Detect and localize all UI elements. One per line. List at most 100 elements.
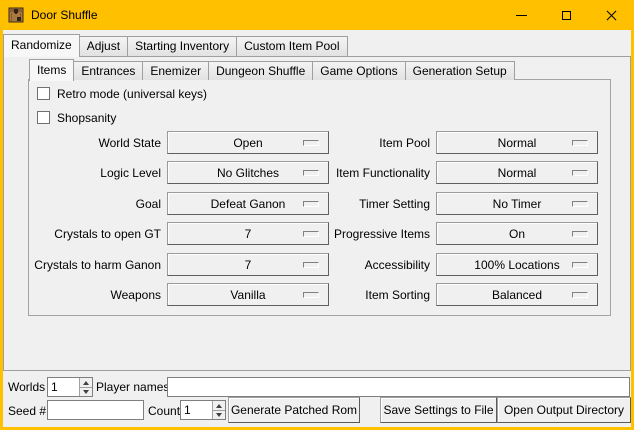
- logic-level-dropdown[interactable]: No Glitches: [167, 161, 329, 184]
- tab-entrances[interactable]: Entrances: [73, 61, 143, 80]
- dropdown-indicator-icon: [572, 231, 588, 237]
- tab-starting-inventory[interactable]: Starting Inventory: [127, 36, 237, 56]
- world-state-label: World State: [29, 131, 167, 154]
- accessibility-label: Accessibility: [329, 253, 436, 276]
- goal-label: Goal: [29, 192, 167, 215]
- tab-enemizer[interactable]: Enemizer: [142, 61, 209, 80]
- count-down-button[interactable]: [213, 410, 225, 419]
- item-sorting-value: Balanced: [492, 288, 542, 302]
- app-window: Door Shuffle Randomize Adjust Starting I…: [0, 0, 634, 430]
- crystals-open-gt-dropdown[interactable]: 7: [167, 222, 329, 245]
- progressive-items-label: Progressive Items: [329, 222, 436, 245]
- crystals-harm-ganon-value: 7: [245, 258, 252, 272]
- tab-game-options[interactable]: Game Options: [312, 61, 405, 80]
- logic-level-value: No Glitches: [217, 166, 279, 180]
- item-pool-dropdown[interactable]: Normal: [436, 131, 598, 154]
- goal-dropdown[interactable]: Defeat Ganon: [167, 192, 329, 215]
- dropdown-indicator-icon: [303, 262, 319, 268]
- player-names-label: Player names: [96, 377, 169, 397]
- minimize-icon: [516, 15, 527, 16]
- dropdown-indicator-icon: [303, 292, 319, 298]
- dropdown-indicator-icon: [572, 170, 588, 176]
- tab-custom-item-pool[interactable]: Custom Item Pool: [236, 36, 347, 56]
- seed-input[interactable]: [47, 400, 144, 420]
- crystals-open-gt-label: Crystals to open GT: [29, 222, 167, 245]
- generate-patched-rom-button[interactable]: Generate Patched Rom: [228, 397, 360, 423]
- crystals-harm-ganon-label: Crystals to harm Ganon: [29, 253, 167, 276]
- timer-setting-dropdown[interactable]: No Timer: [436, 192, 598, 215]
- save-settings-button[interactable]: Save Settings to File: [380, 397, 497, 423]
- count-label: Count: [148, 401, 180, 421]
- setting-row: Logic Level No Glitches Item Functionali…: [29, 161, 610, 184]
- accessibility-value: 100% Locations: [474, 258, 559, 272]
- tab-items[interactable]: Items: [29, 59, 74, 81]
- down-arrow-icon: [83, 390, 89, 394]
- randomize-pane: Items Entrances Enemizer Dungeon Shuffle…: [3, 56, 631, 371]
- dropdown-indicator-icon: [303, 140, 319, 146]
- tab-dungeon-shuffle[interactable]: Dungeon Shuffle: [208, 61, 313, 80]
- sub-tab-bar: Items Entrances Enemizer Dungeon Shuffle…: [29, 58, 514, 80]
- maximize-icon: [562, 11, 571, 20]
- weapons-dropdown[interactable]: Vanilla: [167, 283, 329, 306]
- main-tab-bar: Randomize Adjust Starting Inventory Cust…: [3, 33, 347, 56]
- maximize-button[interactable]: [544, 0, 589, 30]
- count-spinner: [180, 400, 226, 420]
- items-pane: Retro mode (universal keys) Shopsanity W…: [28, 79, 611, 316]
- dropdown-indicator-icon: [572, 292, 588, 298]
- count-spin-buttons: [212, 401, 225, 419]
- retro-mode-checkbox[interactable]: [37, 87, 50, 100]
- accessibility-dropdown[interactable]: 100% Locations: [436, 253, 598, 276]
- dropdown-indicator-icon: [572, 201, 588, 207]
- tab-randomize[interactable]: Randomize: [3, 34, 80, 57]
- minimize-button[interactable]: [499, 0, 544, 30]
- tab-generation-setup[interactable]: Generation Setup: [405, 61, 515, 80]
- dropdown-indicator-icon: [572, 140, 588, 146]
- titlebar: Door Shuffle: [0, 0, 634, 30]
- item-sorting-dropdown[interactable]: Balanced: [436, 283, 598, 306]
- weapons-value: Vanilla: [230, 288, 265, 302]
- count-input[interactable]: [181, 401, 212, 419]
- progressive-items-dropdown[interactable]: On: [436, 222, 598, 245]
- window-body: Randomize Adjust Starting Inventory Cust…: [3, 30, 631, 427]
- retro-mode-label: Retro mode (universal keys): [57, 87, 207, 101]
- shopsanity-label: Shopsanity: [57, 111, 116, 125]
- setting-row: Crystals to open GT 7 Progressive Items …: [29, 222, 610, 245]
- player-names-input[interactable]: [167, 377, 630, 397]
- open-output-directory-button[interactable]: Open Output Directory: [497, 397, 631, 423]
- app-icon: [8, 7, 24, 23]
- logic-level-label: Logic Level: [29, 161, 167, 184]
- retro-mode-row: Retro mode (universal keys): [37, 86, 207, 101]
- timer-setting-label: Timer Setting: [329, 192, 436, 215]
- worlds-up-button[interactable]: [80, 378, 92, 387]
- window-controls: [499, 0, 634, 30]
- shopsanity-checkbox[interactable]: [37, 111, 50, 124]
- shopsanity-row: Shopsanity: [37, 110, 116, 125]
- up-arrow-icon: [83, 381, 89, 385]
- world-state-value: Open: [233, 136, 262, 150]
- dropdown-indicator-icon: [303, 231, 319, 237]
- setting-row: Weapons Vanilla Item Sorting Balanced: [29, 283, 610, 306]
- worlds-down-button[interactable]: [80, 387, 92, 396]
- crystals-open-gt-value: 7: [245, 227, 252, 241]
- dropdown-indicator-icon: [572, 262, 588, 268]
- tab-adjust[interactable]: Adjust: [79, 36, 128, 56]
- count-up-button[interactable]: [213, 401, 225, 410]
- worlds-input[interactable]: [48, 378, 79, 396]
- up-arrow-icon: [216, 404, 222, 408]
- setting-row: Goal Defeat Ganon Timer Setting No Timer: [29, 192, 610, 215]
- window-title: Door Shuffle: [31, 8, 98, 22]
- seed-label: Seed #: [8, 401, 46, 421]
- close-button[interactable]: [589, 0, 634, 30]
- setting-row: Crystals to harm Ganon 7 Accessibility 1…: [29, 253, 610, 276]
- item-functionality-dropdown[interactable]: Normal: [436, 161, 598, 184]
- goal-value: Defeat Ganon: [211, 197, 286, 211]
- item-pool-value: Normal: [498, 136, 537, 150]
- crystals-harm-ganon-dropdown[interactable]: 7: [167, 253, 329, 276]
- world-state-dropdown[interactable]: Open: [167, 131, 329, 154]
- close-icon: [606, 10, 617, 21]
- item-functionality-label: Item Functionality: [329, 161, 436, 184]
- worlds-label: Worlds: [8, 377, 45, 397]
- item-pool-label: Item Pool: [329, 131, 436, 154]
- worlds-spinner: [47, 377, 93, 397]
- timer-setting-value: No Timer: [493, 197, 542, 211]
